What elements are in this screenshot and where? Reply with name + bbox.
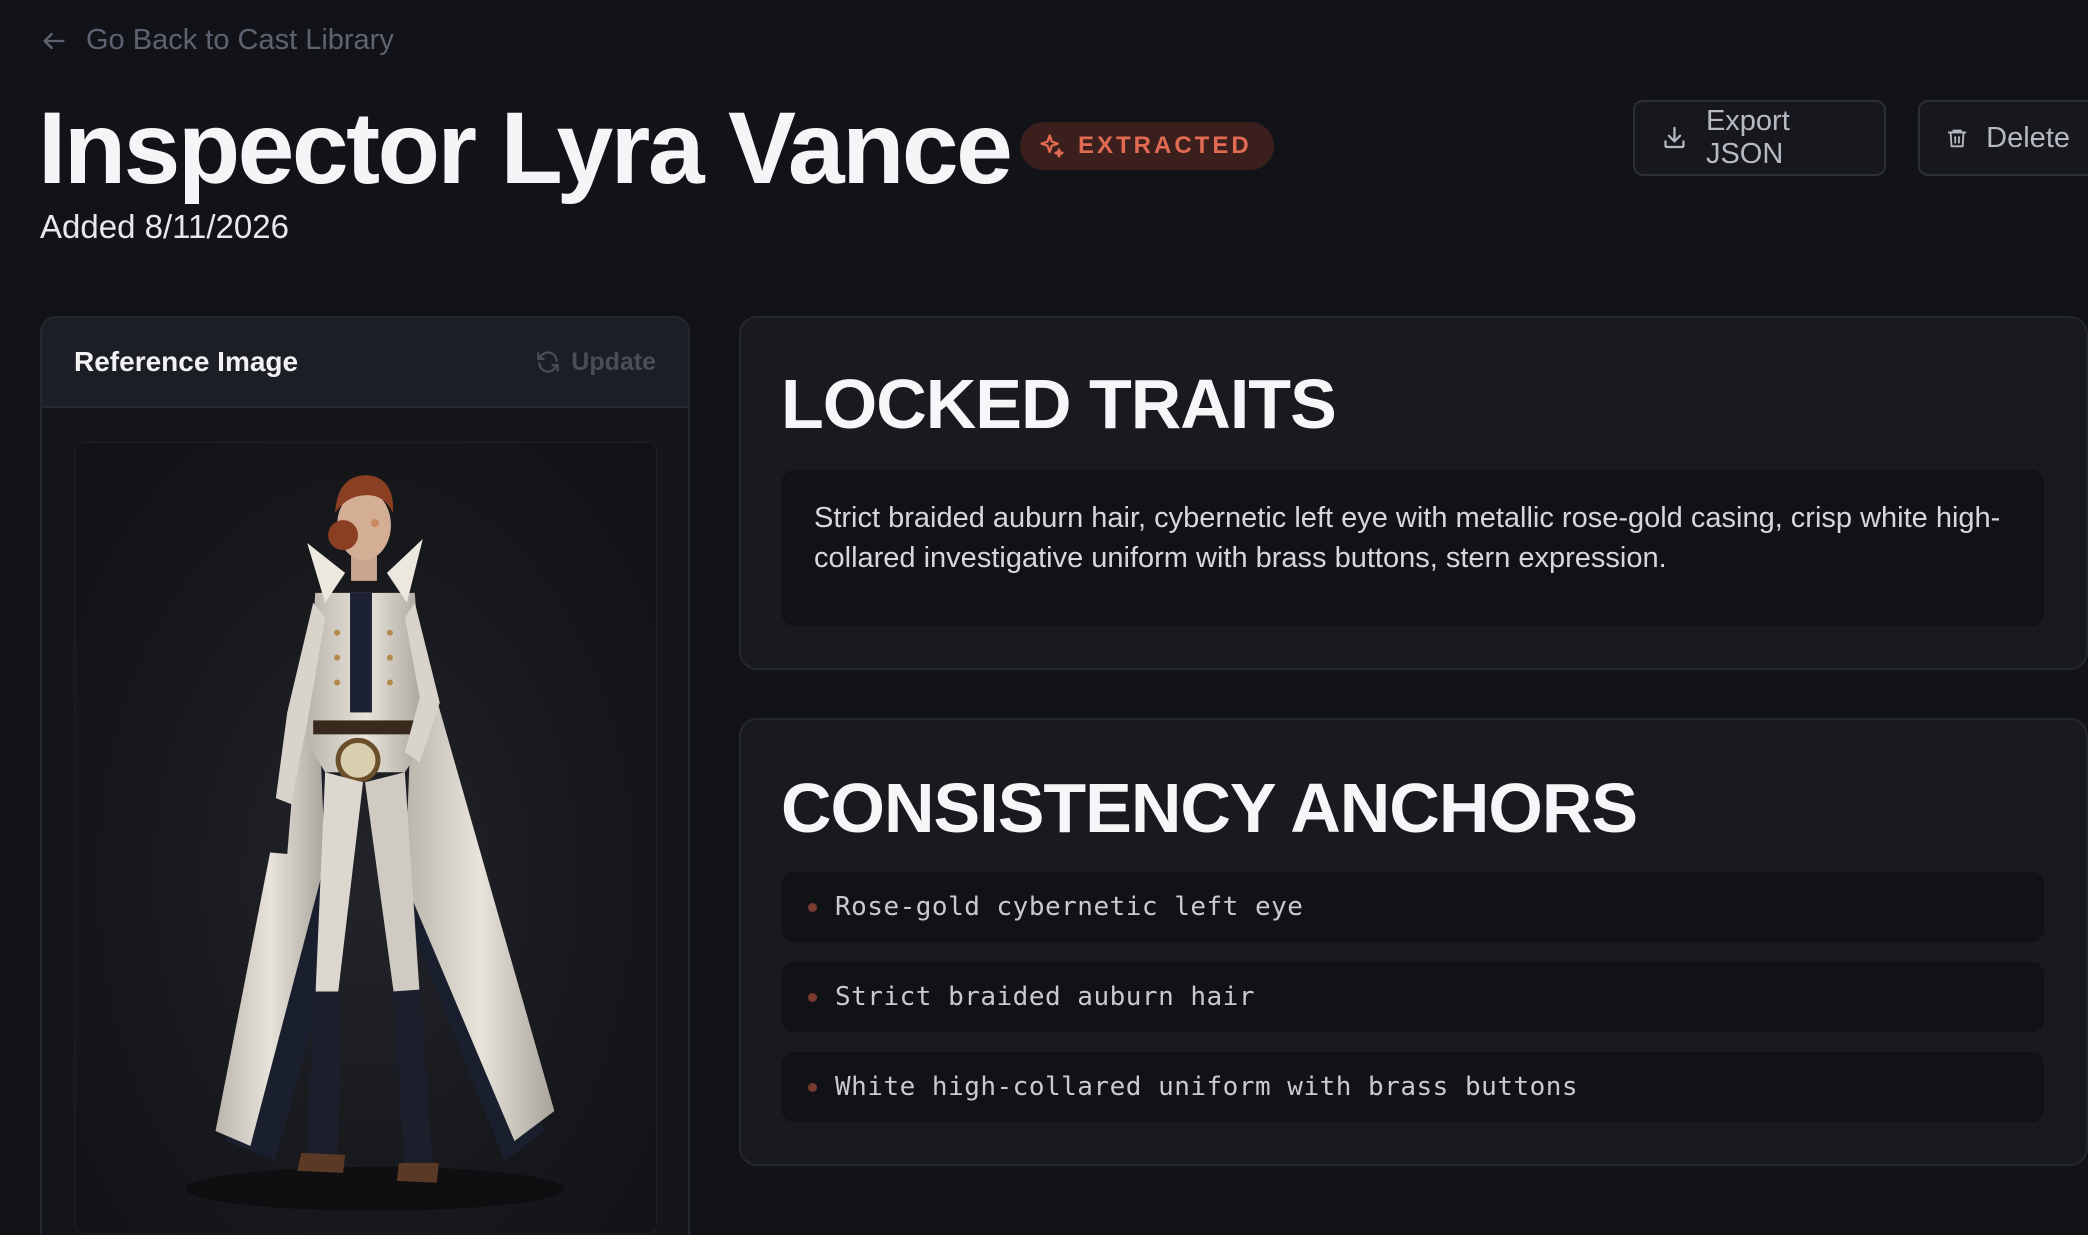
status-badge-label: EXTRACTED <box>1078 132 1252 159</box>
character-reference-image <box>75 442 657 1234</box>
locked-traits-heading: LOCKED TRAITS <box>781 365 1337 443</box>
refresh-icon <box>537 351 560 373</box>
anchor-text: Strict braided auburn hair <box>835 982 1255 1012</box>
status-badge: EXTRACTED <box>1020 122 1274 170</box>
sparkles-icon <box>1040 134 1064 158</box>
delete-button[interactable]: Delete <box>1918 100 2088 176</box>
export-json-label: Export JSON <box>1705 105 1790 170</box>
list-item: Rose-gold cybernetic left eye <box>782 872 2044 942</box>
locked-traits-card: LOCKED TRAITS Strict braided auburn hair… <box>739 316 2088 670</box>
bullet-dot <box>808 902 817 912</box>
bullet-dot <box>808 1082 817 1092</box>
update-image-button[interactable]: Update <box>535 348 656 377</box>
consistency-anchors-heading: CONSISTENCY ANCHORS <box>781 769 1638 847</box>
update-image-label: Update <box>571 347 656 376</box>
character-detail-page: Go Back to Cast Library Inspector Lyra V… <box>0 0 2088 1235</box>
back-to-library-link[interactable]: Go Back to Cast Library <box>40 24 394 57</box>
reference-image-card: Reference Image Update <box>40 316 690 1235</box>
arrow-left-icon <box>43 32 65 49</box>
list-item: Strict braided auburn hair <box>782 962 2044 1032</box>
reference-image-title: Reference Image <box>74 346 299 377</box>
trash-icon <box>1947 129 1967 148</box>
anchor-text: White high-collared uniform with brass b… <box>835 1072 1579 1102</box>
reference-image-header: Reference Image Update <box>42 318 688 408</box>
added-date: Added 8/11/2026 <box>40 208 289 245</box>
character-illustration <box>185 475 565 1211</box>
anchor-text: Rose-gold cybernetic left eye <box>835 892 1304 922</box>
consistency-anchors-card: CONSISTENCY ANCHORS Rose-gold cybernetic… <box>739 718 2088 1166</box>
download-icon <box>1664 126 1685 149</box>
back-link-label: Go Back to Cast Library <box>86 24 394 56</box>
anchor-list: Rose-gold cybernetic left eye Strict bra… <box>782 872 2044 1142</box>
bullet-dot <box>808 992 817 1002</box>
locked-traits-text: Strict braided auburn hair, cybernetic l… <box>782 470 2044 626</box>
delete-label: Delete <box>1986 121 2070 154</box>
export-json-button[interactable]: Export JSON <box>1633 100 1886 176</box>
page-title: Inspector Lyra Vance <box>38 91 1013 205</box>
list-item: White high-collared uniform with brass b… <box>782 1052 2044 1122</box>
